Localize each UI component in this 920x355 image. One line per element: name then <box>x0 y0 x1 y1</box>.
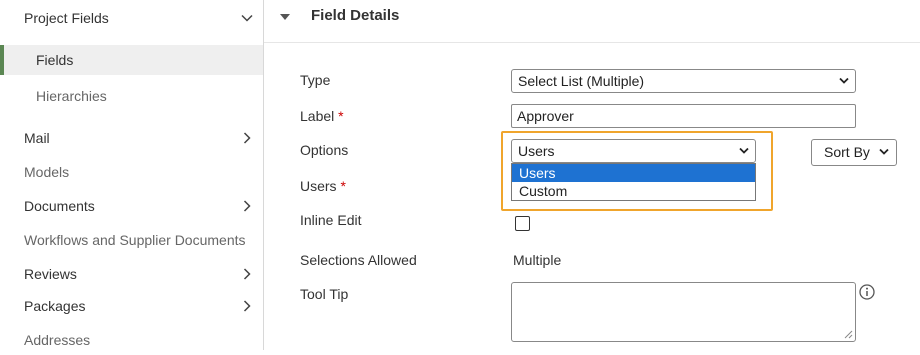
sidebar-item-label: Reviews <box>24 266 77 282</box>
sidebar-item-packages[interactable]: Packages <box>0 291 263 321</box>
sidebar-item-workflows[interactable]: Workflows and Supplier Documents <box>0 225 263 255</box>
dropdown-option-custom[interactable]: Custom <box>512 182 755 200</box>
info-icon[interactable] <box>859 284 875 300</box>
users-label: Users * <box>300 178 346 194</box>
selections-allowed-label: Selections Allowed <box>300 252 417 268</box>
sidebar-item-label: Hierarchies <box>36 88 107 104</box>
sort-by-label: Sort By <box>824 144 870 160</box>
chevron-right-icon <box>243 268 251 280</box>
tool-tip-label: Tool Tip <box>300 286 349 302</box>
sidebar-item-hierarchies[interactable]: Hierarchies <box>0 81 263 111</box>
sidebar-item-label: Documents <box>24 198 95 214</box>
sort-by-button[interactable]: Sort By <box>811 139 897 166</box>
chevron-down-icon <box>879 148 889 155</box>
dropdown-option-users[interactable]: Users <box>512 164 755 182</box>
sidebar-item-label: Fields <box>36 52 74 68</box>
required-asterisk: * <box>340 178 346 194</box>
users-label-text: Users <box>300 178 337 194</box>
options-select-value: Users <box>518 143 555 159</box>
resize-grip-icon[interactable] <box>844 330 853 339</box>
main-panel: Field Details Type Select List (Multiple… <box>264 0 920 350</box>
chevron-right-icon <box>243 200 251 212</box>
label-input-value: Approver <box>517 108 574 124</box>
sidebar-item-fields[interactable]: Fields <box>0 45 263 75</box>
collapse-triangle-icon[interactable] <box>280 14 290 22</box>
selections-allowed-value: Multiple <box>513 252 562 268</box>
inline-edit-checkbox[interactable] <box>515 216 530 231</box>
sidebar-item-mail[interactable]: Mail <box>0 123 263 153</box>
type-label: Type <box>300 72 331 88</box>
sidebar-item-label: Packages <box>24 298 86 314</box>
sidebar-item-label: Addresses <box>24 332 91 348</box>
sidebar-item-label: Mail <box>24 130 50 146</box>
options-label: Options <box>300 142 349 158</box>
section-title: Field Details <box>311 7 400 24</box>
type-select[interactable]: Select List (Multiple) <box>511 69 856 93</box>
section-header: Field Details <box>264 0 920 43</box>
options-select[interactable]: Users <box>511 139 756 163</box>
sidebar-item-project-fields[interactable]: Project Fields <box>0 3 263 33</box>
tool-tip-textarea[interactable] <box>511 282 856 342</box>
label-label-text: Label <box>300 108 335 124</box>
chevron-down-icon <box>839 77 849 84</box>
inline-edit-label: Inline Edit <box>300 212 362 228</box>
sidebar-item-reviews[interactable]: Reviews <box>0 259 263 289</box>
label-label: Label * <box>300 108 344 124</box>
options-dropdown-list: Users Custom <box>511 163 756 201</box>
label-input[interactable]: Approver <box>511 104 856 128</box>
sidebar-item-label: Models <box>24 164 70 180</box>
sidebar-item-label: Project Fields <box>24 10 109 26</box>
sidebar: Project Fields Fields Hierarchies Mail M… <box>0 0 264 350</box>
chevron-down-icon <box>739 147 749 154</box>
chevron-right-icon <box>243 132 251 144</box>
type-select-value: Select List (Multiple) <box>518 73 645 89</box>
sidebar-item-addresses[interactable]: Addresses <box>0 325 263 355</box>
chevron-down-icon <box>241 14 253 22</box>
sidebar-item-label: Workflows and Supplier Documents <box>24 232 246 248</box>
chevron-right-icon <box>243 300 251 312</box>
required-asterisk: * <box>338 108 344 124</box>
sidebar-item-models[interactable]: Models <box>0 157 263 187</box>
sidebar-item-documents[interactable]: Documents <box>0 191 263 221</box>
